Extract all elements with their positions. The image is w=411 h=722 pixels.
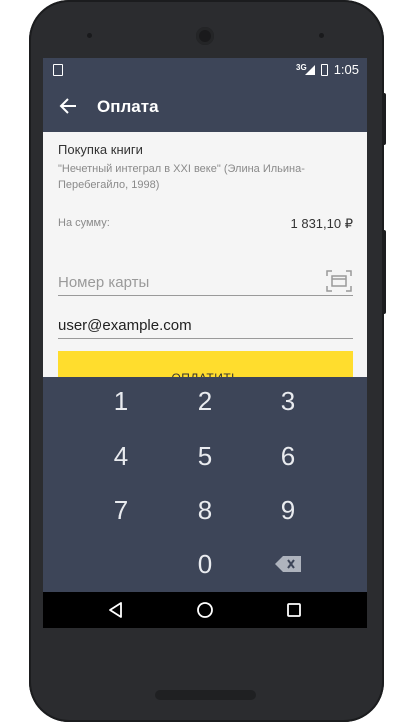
backspace-key[interactable] xyxy=(248,537,328,591)
amount-value: 1 831,10 ₽ xyxy=(290,216,354,231)
status-bar: 3G 1:05 xyxy=(43,58,367,82)
status-time: 1:05 xyxy=(333,62,359,77)
key-0[interactable]: 0 xyxy=(165,537,245,591)
nav-home-icon[interactable] xyxy=(196,601,214,619)
key-9[interactable]: 9 xyxy=(248,483,328,537)
purchase-description: "Нечетный интеграл в XXI веке" (Элина Ил… xyxy=(58,163,305,191)
arrow-back-icon[interactable] xyxy=(59,97,77,115)
app-bar: Оплата xyxy=(43,82,367,132)
numeric-keypad: 1 2 3 4 5 6 7 8 9 0 xyxy=(43,377,367,592)
key-7[interactable]: 7 xyxy=(81,483,161,537)
key-1[interactable]: 1 xyxy=(81,374,161,428)
proximity-sensor xyxy=(319,33,324,38)
front-camera xyxy=(87,33,92,38)
bottom-speaker xyxy=(155,690,256,700)
key-2[interactable]: 2 xyxy=(165,374,245,428)
purchase-title: Покупка книги xyxy=(58,142,143,157)
signal-icon xyxy=(305,65,315,75)
key-3[interactable]: 3 xyxy=(248,374,328,428)
email-field[interactable] xyxy=(58,313,353,339)
amount-label: На сумму: xyxy=(58,217,110,229)
payment-form: Покупка книги "Нечетный интеграл в XXI в… xyxy=(43,132,367,387)
power-button xyxy=(382,93,386,145)
earpiece-speaker xyxy=(196,27,214,45)
nav-back-icon[interactable] xyxy=(107,601,125,619)
sim-card-icon xyxy=(53,64,63,76)
card-scan-icon[interactable] xyxy=(326,270,352,292)
key-6[interactable]: 6 xyxy=(248,429,328,483)
screen: 3G 1:05 Оплата Покупка книги "Нечетный и… xyxy=(43,58,367,628)
key-5[interactable]: 5 xyxy=(165,429,245,483)
key-4[interactable]: 4 xyxy=(81,429,161,483)
page-title: Оплата xyxy=(97,97,159,116)
nav-recents-icon[interactable] xyxy=(285,601,303,619)
backspace-icon xyxy=(275,556,301,572)
navigation-bar xyxy=(43,592,367,628)
battery-icon xyxy=(321,64,328,76)
card-number-input[interactable] xyxy=(58,270,353,296)
volume-button xyxy=(382,230,386,314)
key-8[interactable]: 8 xyxy=(165,483,245,537)
